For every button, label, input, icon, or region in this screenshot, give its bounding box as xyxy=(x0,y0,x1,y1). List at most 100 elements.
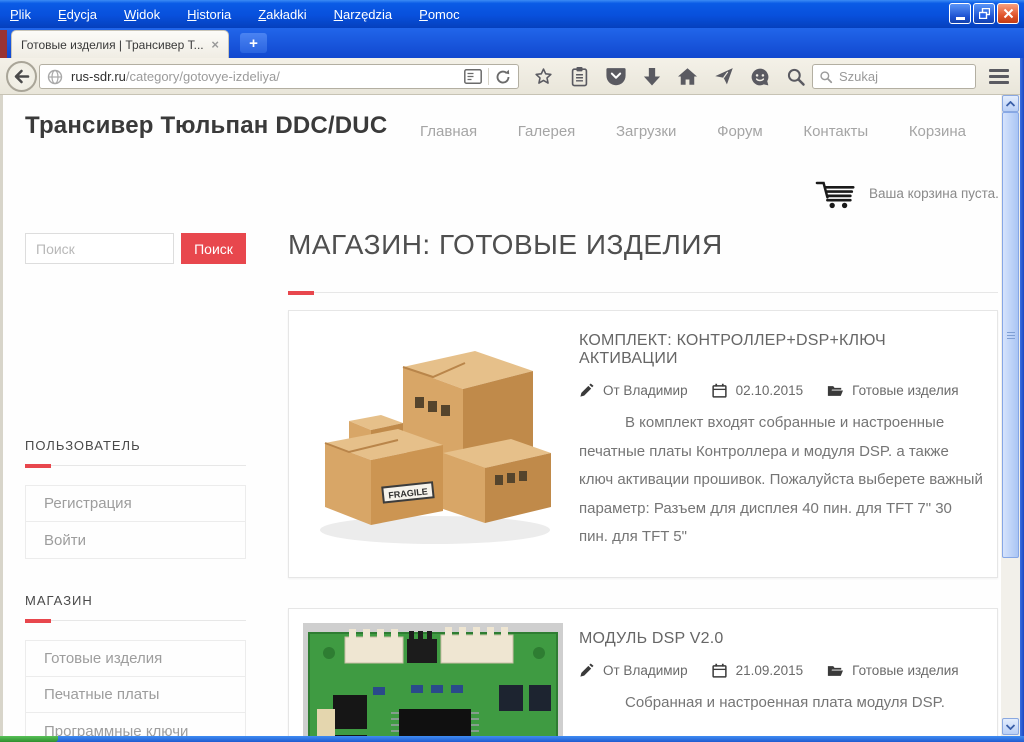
chevron-up-icon xyxy=(1006,101,1015,107)
url-domain: rus-sdr.ru xyxy=(71,69,126,84)
toolbar-icons xyxy=(530,64,818,89)
product-card-kit[interactable]: FRAGILE КОМПЛЕКТ: КОНТРОЛЛЕР+DSP+КЛЮЧ АК… xyxy=(288,310,998,578)
product-card-dsp-module[interactable]: МОДУЛЬ DSP V2.0 От Владимир xyxy=(288,608,998,736)
reader-mode-icon[interactable] xyxy=(464,69,482,84)
sidebar-item-software-keys[interactable]: Программные ключи xyxy=(26,713,245,736)
sidebar-section-shop: МАГАЗИН Готовые изделия Печатные платы П… xyxy=(25,593,246,736)
browser-search-input[interactable] xyxy=(839,69,949,84)
tab-close-icon[interactable]: × xyxy=(211,38,219,51)
back-button[interactable] xyxy=(6,61,37,92)
sidebar-search-input[interactable] xyxy=(25,233,174,264)
product-description: Собранная и настроенная плата модуля DSP… xyxy=(579,689,983,718)
product-image-boxes[interactable]: FRAGILE xyxy=(303,325,563,563)
sidebar-search-button[interactable]: Поиск xyxy=(181,233,246,264)
pocket-button[interactable] xyxy=(602,64,629,89)
close-icon xyxy=(1003,8,1014,19)
window-border-left xyxy=(0,95,3,736)
calendar-icon xyxy=(712,383,727,398)
site-globe-icon xyxy=(47,69,63,85)
vertical-scrollbar[interactable] xyxy=(1001,95,1020,736)
nav-forum[interactable]: Форум xyxy=(717,123,763,140)
meta-author: От Владимир xyxy=(579,663,688,678)
home-button[interactable] xyxy=(674,64,701,89)
minimize-button[interactable] xyxy=(949,3,971,24)
page-title: МАГАЗИН: ГОТОВЫЕ ИЗДЕЛИЯ xyxy=(288,229,723,261)
meta-category: Готовые изделия xyxy=(827,663,958,678)
site-title: Трансивер Тюльпан DDC/DUC xyxy=(25,112,387,140)
nav-gallery[interactable]: Галерея xyxy=(518,123,576,140)
active-tab[interactable]: Готовые изделия | Трансивер Т... × xyxy=(11,30,229,58)
paper-plane-icon xyxy=(714,67,734,86)
browser-search-box[interactable] xyxy=(812,64,976,89)
section-title: ПОЛЬЗОВАТЕЛЬ xyxy=(25,438,246,453)
sidebar-list: Регистрация Войти xyxy=(25,485,246,559)
nav-downloads[interactable]: Загрузки xyxy=(616,123,676,140)
star-icon xyxy=(533,66,554,87)
smiley-icon xyxy=(750,67,770,87)
product-image-pcb[interactable] xyxy=(303,623,563,736)
nav-contacts[interactable]: Контакты xyxy=(803,123,868,140)
nav-cart[interactable]: Корзина xyxy=(909,123,966,140)
meta-category-text[interactable]: Готовые изделия xyxy=(852,383,958,398)
product-description: В комплект входят собранные и настроенны… xyxy=(579,409,983,552)
sidebar-item-login[interactable]: Войти xyxy=(26,522,245,558)
menu-help[interactable]: Pomoc xyxy=(419,7,459,22)
downloads-button[interactable] xyxy=(638,64,665,89)
hello-chat-button[interactable] xyxy=(746,64,773,89)
meta-author: От Владимир xyxy=(579,383,688,398)
meta-category-text[interactable]: Готовые изделия xyxy=(852,663,958,678)
search-toolbar-button[interactable] xyxy=(782,64,809,89)
nav-home[interactable]: Главная xyxy=(420,123,477,140)
start-button-sliver[interactable] xyxy=(0,736,58,742)
product-title[interactable]: КОМПЛЕКТ: КОНТРОЛЛЕР+DSP+КЛЮЧ АКТИВАЦИИ xyxy=(579,332,983,368)
product-body: МОДУЛЬ DSP V2.0 От Владимир xyxy=(579,623,983,736)
hamburger-icon xyxy=(989,69,1009,72)
section-title: МАГАЗИН xyxy=(25,593,246,608)
navigation-toolbar: rus-sdr.ru/category/gotovye-izdeliya/ xyxy=(0,58,1024,95)
calendar-icon xyxy=(712,663,727,678)
send-tab-button[interactable] xyxy=(710,64,737,89)
product-meta: От Владимир 21.09.2015 xyxy=(579,663,983,678)
pencil-icon xyxy=(579,663,594,678)
menu-file[interactable]: Plik xyxy=(10,7,31,22)
close-button[interactable] xyxy=(997,3,1019,24)
sidebar-item-register[interactable]: Регистрация xyxy=(26,486,245,522)
bookmarks-menu-button[interactable] xyxy=(566,64,593,89)
url-text: rus-sdr.ru/category/gotovye-izdeliya/ xyxy=(71,69,464,84)
scroll-up-button[interactable] xyxy=(1002,95,1019,112)
sidebar-list: Готовые изделия Печатные платы Программн… xyxy=(25,640,246,736)
menu-bookmarks[interactable]: Zakładki xyxy=(258,7,306,22)
restore-button[interactable] xyxy=(973,3,995,24)
reload-icon[interactable] xyxy=(495,69,511,85)
pocket-icon xyxy=(606,67,626,86)
browser-window: Plik Edycja Widok Historia Zakładki Narz… xyxy=(0,0,1024,742)
bookmark-star-button[interactable] xyxy=(530,64,557,89)
url-bar[interactable]: rus-sdr.ru/category/gotovye-izdeliya/ xyxy=(39,64,519,89)
scroll-down-button[interactable] xyxy=(1002,718,1019,735)
menu-history[interactable]: Historia xyxy=(187,7,231,22)
new-tab-button[interactable]: + xyxy=(240,33,267,53)
clipboard-icon xyxy=(570,66,589,87)
menu-hamburger-button[interactable] xyxy=(989,66,1013,87)
window-controls xyxy=(949,3,1019,24)
taskbar-sliver xyxy=(0,736,1024,742)
search-icon xyxy=(819,70,833,84)
meta-date: 02.10.2015 xyxy=(712,383,804,398)
restore-icon xyxy=(979,8,990,19)
cart-status: Ваша корзина пуста. xyxy=(815,178,999,209)
menu-tools[interactable]: Narzędzia xyxy=(334,7,393,22)
sidebar-section-user: ПОЛЬЗОВАТЕЛЬ Регистрация Войти xyxy=(25,438,246,559)
menu-view[interactable]: Widok xyxy=(124,7,160,22)
chevron-down-icon xyxy=(1006,724,1015,730)
tab-strip: Готовые изделия | Трансивер Т... × + xyxy=(0,28,1024,58)
product-title[interactable]: МОДУЛЬ DSP V2.0 xyxy=(579,630,983,648)
scrollbar-thumb[interactable] xyxy=(1002,112,1019,558)
meta-author-text: От Владимир xyxy=(603,383,688,398)
menu-edit[interactable]: Edycja xyxy=(58,7,97,22)
site-navigation: Главная Галерея Загрузки Форум Контакты … xyxy=(420,123,966,140)
window-titlebar: Plik Edycja Widok Historia Zakładki Narz… xyxy=(0,0,1024,28)
back-arrow-icon xyxy=(13,69,30,84)
sidebar-item-pcbs[interactable]: Печатные платы xyxy=(26,677,245,713)
sidebar-item-finished-products[interactable]: Готовые изделия xyxy=(26,641,245,677)
meta-date-text: 21.09.2015 xyxy=(736,663,804,678)
